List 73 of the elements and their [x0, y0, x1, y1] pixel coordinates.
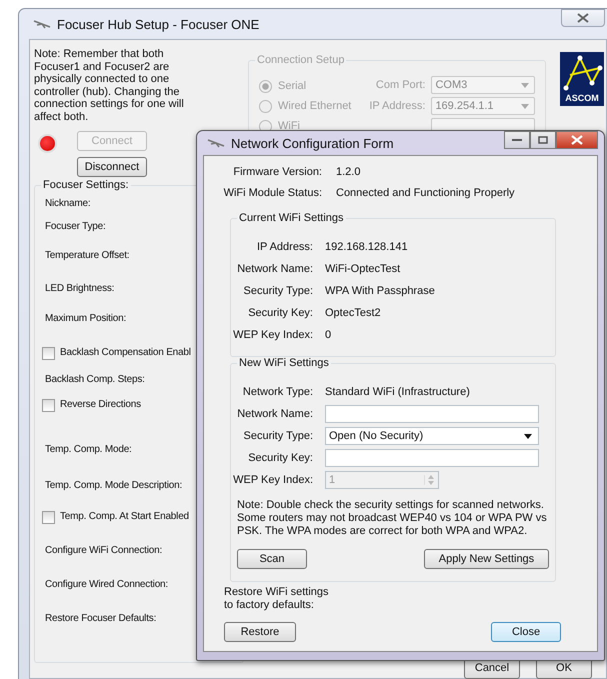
field-label: Configure WiFi Connection: — [45, 545, 162, 556]
field-label: Firmware Version: — [232, 166, 322, 180]
field-value: Standard WiFi (Infrastructure) — [325, 386, 470, 398]
field-label: LED Brightness: — [45, 283, 114, 294]
field-value: 0 — [325, 329, 332, 341]
close-button[interactable] — [561, 9, 605, 27]
field-label: Network Name: — [236, 408, 313, 420]
field-label: IP Address: — [369, 100, 426, 112]
group-title: New WiFi Settings — [237, 357, 331, 369]
scan-button[interactable]: Scan — [237, 549, 307, 569]
restore-text: Restore WiFi settings to factory defaults: — [224, 586, 330, 612]
network-name-field[interactable] — [325, 405, 539, 423]
checkbox-label: Backlash Compensation Enabl — [60, 347, 191, 358]
checkbox-label: Temp. Comp. At Start Enabled — [60, 511, 189, 522]
field-label: Backlash Comp. Steps: — [45, 374, 145, 385]
field-label: Focuser Type: — [45, 221, 106, 232]
close-button[interactable] — [556, 131, 598, 149]
radio-label: WiFi — [278, 120, 300, 132]
telescope-icon — [207, 138, 225, 148]
field-label: Restore Focuser Defaults: — [45, 613, 156, 624]
close-icon — [571, 135, 583, 145]
dropdown-arrow-icon — [521, 104, 530, 108]
checkbox[interactable] — [42, 511, 55, 524]
field-label: Temp. Comp. Mode Description: — [45, 480, 182, 491]
group-title: Connection Setup — [255, 54, 346, 66]
field-value: Connected and Functioning Properly — [336, 187, 515, 201]
field-label: Security Type: — [242, 430, 313, 442]
field-label: Temperature Offset: — [45, 250, 130, 261]
field-label: Nickname: — [45, 198, 90, 209]
field-label: Com Port: — [376, 79, 426, 91]
checkbox[interactable] — [42, 399, 55, 412]
close-icon — [577, 13, 589, 23]
field-label: Configure Wired Connection: — [45, 579, 168, 590]
note-text: Note: Remember that both Focuser1 and Focuser2 are physically connected to one controller (hub). Changing the connection settings for one will affect both. — [34, 48, 185, 123]
minimize-icon — [512, 138, 522, 142]
maximize-button[interactable] — [530, 131, 556, 149]
checkbox[interactable] — [42, 347, 55, 360]
field-value: 192.168.128.141 — [325, 241, 408, 253]
field-value: OptecTest2 — [325, 307, 381, 319]
checkbox-label: Reverse Directions — [60, 399, 141, 410]
field-label: IP Address: — [256, 241, 313, 253]
field-label: WEP Key Index: — [232, 474, 313, 486]
field-label: Network Type: — [242, 386, 313, 398]
minimize-button[interactable] — [504, 131, 530, 149]
field-label: WEP Key Index: — [232, 329, 313, 341]
dropdown-arrow-icon — [521, 82, 530, 88]
restore-button[interactable]: Restore — [224, 622, 296, 642]
field-label: WiFi Module Status: — [222, 187, 322, 201]
field-value: 1.2.0 — [336, 166, 360, 180]
disconnect-button[interactable]: Disconnect — [77, 157, 147, 177]
window-title: Focuser Hub Setup - Focuser ONE — [57, 16, 260, 32]
field-value: WPA With Passphrase — [325, 285, 435, 297]
field-value: WiFi-OptecTest — [325, 263, 400, 275]
group-title: Current WiFi Settings — [237, 212, 346, 224]
field-label: Security Key: — [247, 452, 313, 464]
field-label: Network Name: — [236, 263, 313, 275]
window-title: Network Configuration Form — [231, 136, 394, 150]
field-label: Security Type: — [242, 285, 313, 297]
radio-label: Serial — [278, 80, 306, 92]
maximize-icon — [538, 136, 548, 144]
security-type-dropdown[interactable]: Open (No Security) — [325, 427, 539, 445]
security-key-field[interactable] — [325, 449, 539, 467]
note-text: Note: Double check the security settings for scanned networks. Some routers may not broadcast WEP40 vs 104 or WPA PW vs PSK. The WPA modes are correct for both WPA and WPA2. — [237, 499, 548, 538]
apply-button[interactable]: Apply New Settings — [424, 549, 549, 569]
field-label: Temp. Comp. Mode: — [45, 444, 132, 455]
close-button[interactable]: Close — [491, 622, 561, 642]
field-label: Maximum Position: — [45, 313, 126, 324]
logo-text: ASCOM — [565, 93, 599, 103]
dropdown-arrow-icon — [524, 434, 532, 438]
field-label: Security Key: — [247, 307, 313, 319]
telescope-icon — [33, 19, 51, 29]
radio-label: Wired Ethernet — [278, 100, 352, 112]
group-title: Focuser Settings: — [41, 179, 131, 191]
